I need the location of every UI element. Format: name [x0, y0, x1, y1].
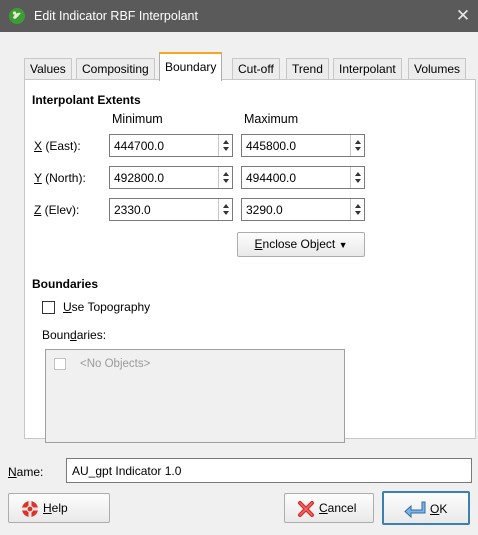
window-title: Edit Indicator RBF Interpolant	[34, 9, 198, 23]
boundary-panel: Interpolant Extents Minimum Maximum X (E…	[24, 79, 476, 443]
use-topography-checkbox[interactable]	[42, 301, 55, 314]
use-topography-label[interactable]: Use Topography	[63, 300, 150, 314]
ok-button[interactable]: OK	[382, 491, 470, 525]
ok-arrow-icon	[404, 501, 426, 518]
x-minimum-input[interactable]	[110, 135, 218, 156]
spin-down-icon[interactable]	[355, 211, 361, 215]
y-maximum-input[interactable]	[242, 167, 350, 188]
help-button[interactable]: Help	[8, 493, 110, 523]
name-input[interactable]	[67, 459, 471, 482]
minimum-header: Minimum	[112, 112, 163, 126]
cancel-button[interactable]: Cancel	[284, 493, 374, 523]
tab-interpolant[interactable]: Interpolant	[333, 58, 402, 80]
dropdown-arrow-icon: ▼	[338, 240, 348, 250]
leapfrog-app-icon	[9, 8, 25, 24]
y-minimum-spinbox[interactable]	[109, 166, 233, 189]
x-maximum-stepper[interactable]	[350, 135, 364, 156]
x-maximum-input[interactable]	[242, 135, 350, 156]
z-elev-label: Z (Elev):	[34, 203, 80, 217]
spin-down-icon[interactable]	[223, 179, 229, 183]
x-maximum-spinbox[interactable]	[241, 134, 365, 157]
tab-values[interactable]: Values	[24, 58, 72, 80]
help-icon	[22, 501, 38, 517]
y-north-label: Y (North):	[34, 171, 86, 185]
interpolant-extents-heading: Interpolant Extents	[32, 93, 141, 107]
spin-up-icon[interactable]	[355, 204, 361, 208]
spin-up-icon[interactable]	[223, 204, 229, 208]
spin-up-icon[interactable]	[223, 140, 229, 144]
tab-volumes[interactable]: Volumes	[408, 58, 467, 80]
boundaries-list-label: Boundaries:	[42, 328, 107, 342]
name-label: Name:	[8, 465, 44, 479]
no-objects-item: <No Objects>	[80, 358, 151, 370]
z-maximum-stepper[interactable]	[350, 199, 364, 220]
title-bar: Edit Indicator RBF Interpolant ✕	[0, 0, 478, 32]
spin-up-icon[interactable]	[355, 140, 361, 144]
spin-down-icon[interactable]	[223, 211, 229, 215]
x-minimum-spinbox[interactable]	[109, 134, 233, 157]
maximum-header: Maximum	[244, 112, 299, 126]
spin-up-icon[interactable]	[355, 172, 361, 176]
name-field[interactable]	[66, 458, 472, 483]
boundaries-list[interactable]: <No Objects>	[45, 349, 345, 443]
y-maximum-stepper[interactable]	[350, 167, 364, 188]
tab-trend[interactable]: Trend	[286, 58, 329, 80]
spin-down-icon[interactable]	[355, 147, 361, 151]
tab-compositing[interactable]: Compositing	[76, 58, 155, 80]
z-maximum-spinbox[interactable]	[241, 198, 365, 221]
z-minimum-input[interactable]	[110, 199, 218, 220]
spin-down-icon[interactable]	[355, 179, 361, 183]
close-icon[interactable]: ✕	[448, 0, 478, 32]
y-maximum-spinbox[interactable]	[241, 166, 365, 189]
y-minimum-stepper[interactable]	[218, 167, 232, 188]
spin-up-icon[interactable]	[223, 172, 229, 176]
tab-boundary[interactable]: Boundary	[159, 52, 223, 81]
z-maximum-input[interactable]	[242, 199, 350, 220]
tab-cut-off[interactable]: Cut-off	[232, 58, 280, 80]
z-minimum-spinbox[interactable]	[109, 198, 233, 221]
enclose-object-button[interactable]: Enclose Object ▼	[237, 232, 365, 257]
boundaries-heading: Boundaries	[32, 277, 99, 291]
x-east-label: X (East):	[34, 139, 81, 153]
y-minimum-input[interactable]	[110, 167, 218, 188]
spin-down-icon[interactable]	[223, 147, 229, 151]
no-objects-checkbox	[54, 358, 66, 370]
cancel-icon	[298, 501, 314, 517]
x-minimum-stepper[interactable]	[218, 135, 232, 156]
z-minimum-stepper[interactable]	[218, 199, 232, 220]
